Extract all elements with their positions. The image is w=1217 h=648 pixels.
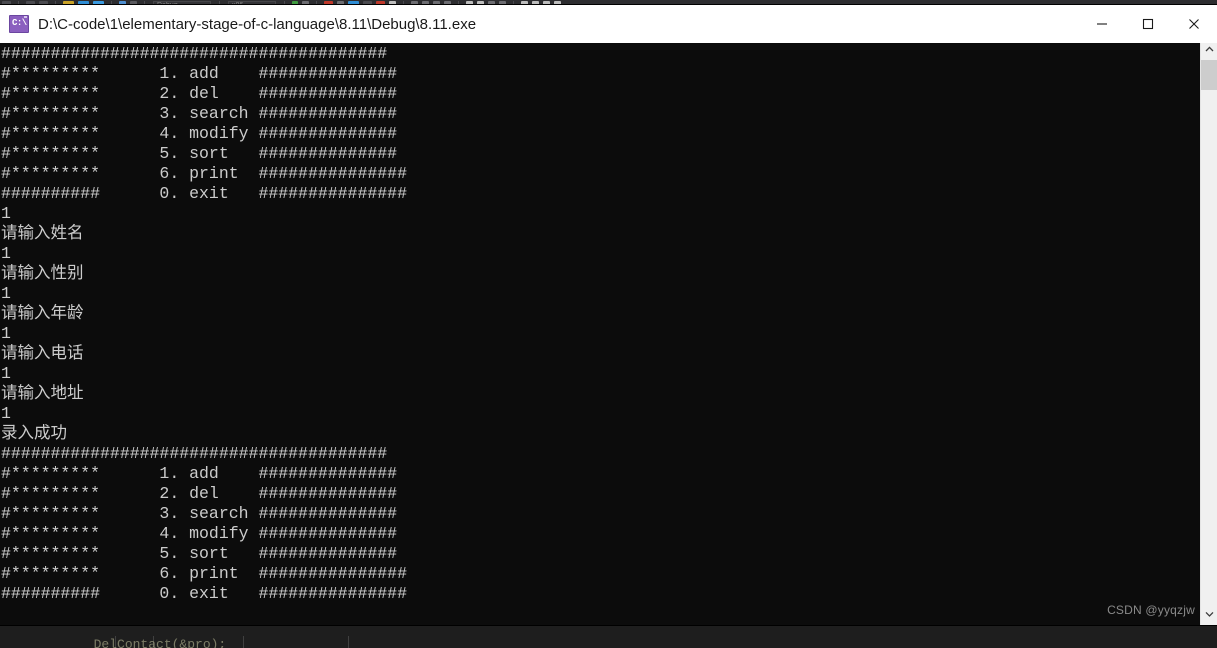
- minimize-button[interactable]: [1079, 5, 1125, 43]
- console-output-area[interactable]: ####################################### …: [0, 43, 1217, 625]
- indent-guide: [348, 636, 349, 648]
- indent-guide: [243, 636, 244, 648]
- console-cmd-icon: [9, 15, 29, 33]
- scrollbar-thumb[interactable]: [1201, 60, 1217, 90]
- ide-editor-bottom-strip: DelContact(&pro);: [0, 634, 1217, 648]
- chevron-up-icon: [1205, 46, 1214, 52]
- close-icon: [1189, 19, 1199, 29]
- console-title: D:\C-code\1\elementary-stage-of-c-langua…: [38, 15, 477, 33]
- csdn-watermark: CSDN @yyqzjw: [1107, 603, 1195, 617]
- chevron-down-icon: [1205, 611, 1214, 617]
- scrollbar-down-button[interactable]: [1201, 608, 1217, 625]
- console-titlebar[interactable]: D:\C-code\1\elementary-stage-of-c-langua…: [0, 5, 1217, 43]
- maximize-button[interactable]: [1125, 5, 1171, 43]
- console-output-text: ####################################### …: [1, 44, 407, 603]
- minimize-icon: [1097, 23, 1107, 25]
- console-scrollbar[interactable]: [1200, 43, 1217, 625]
- ide-code-line[interactable]: DelContact(&pro);: [0, 638, 227, 648]
- console-window[interactable]: D:\C-code\1\elementary-stage-of-c-langua…: [0, 5, 1217, 625]
- close-button[interactable]: [1171, 5, 1217, 43]
- maximize-icon: [1142, 18, 1154, 30]
